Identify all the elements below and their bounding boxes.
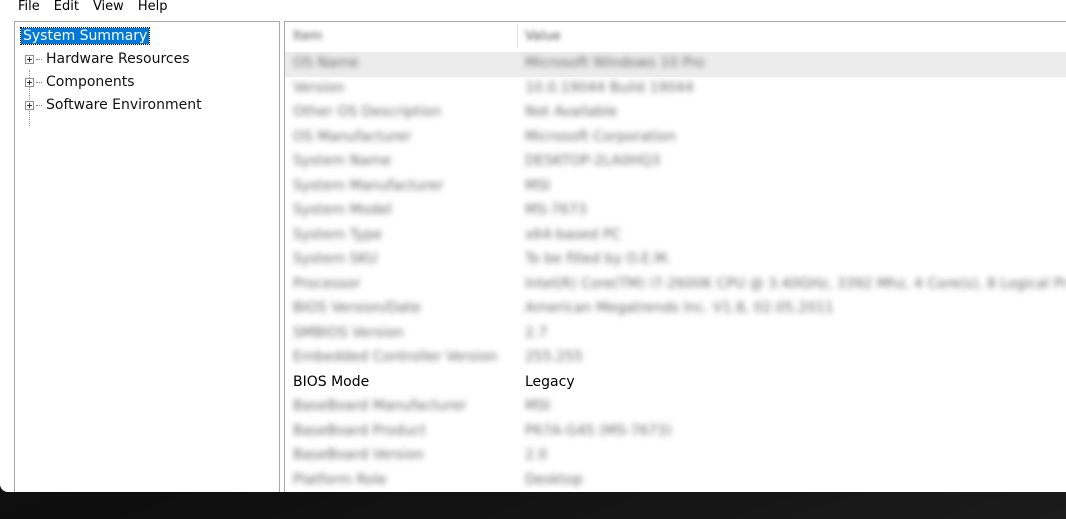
column-separator[interactable] — [517, 24, 518, 48]
menu-bar: File Edit View Help — [0, 0, 1066, 17]
row-item-value: 10.0.19044 Build 19044 — [525, 79, 694, 96]
row-item-name: Embedded Controller Version — [293, 349, 498, 365]
row-item-value: Desktop — [525, 471, 583, 488]
row-item-name: BaseBoard Version — [293, 447, 425, 463]
table-row[interactable]: OS Name Microsoft Windows 10 Pro — [285, 52, 1066, 77]
column-header-item[interactable]: Item — [293, 29, 323, 44]
table-row[interactable]: System Type x64-based PC — [285, 224, 1066, 249]
table-row[interactable]: BaseBoard Manufacturer MSI — [285, 395, 1066, 420]
table-row[interactable]: BIOS Mode Legacy — [285, 371, 1066, 396]
table-row[interactable]: System SKU To be filled by O.E.M. — [285, 248, 1066, 273]
table-row[interactable]: System Model MS-7673 — [285, 199, 1066, 224]
tree-item-label: System Summary — [19, 27, 151, 45]
row-item-value: DESKTOP-2LA0HQ3 — [525, 153, 661, 169]
table-row[interactable]: BIOS Version/Date American Megatrends Inc… — [285, 297, 1066, 322]
expand-icon[interactable] — [25, 77, 34, 87]
row-item-name: Platform Role — [293, 471, 387, 488]
row-item-value: Microsoft Corporation — [525, 128, 676, 145]
tree-connector — [36, 104, 42, 106]
table-row[interactable]: Processor Intel(R) Core(TM) i7-2600K CPU … — [285, 273, 1066, 298]
tree-item-software-environment[interactable]: Software Environment — [21, 95, 204, 115]
tree-connector — [36, 58, 42, 60]
list-header: Item Value — [285, 22, 1066, 51]
table-row[interactable]: Embedded Controller Version 255.255 — [285, 346, 1066, 371]
tree-connector — [36, 81, 42, 83]
table-row[interactable]: Other OS Description Not Available — [285, 101, 1066, 126]
row-item-value: Microsoft Windows 10 Pro — [525, 55, 705, 71]
table-row[interactable]: System Manufacturer MSI — [285, 175, 1066, 200]
row-item-name: System SKU — [293, 251, 378, 267]
row-item-name: BIOS Version/Date — [293, 300, 421, 316]
column-header-value[interactable]: Value — [525, 29, 561, 44]
row-item-value: American Megatrends Inc. V1.8, 02.05.201… — [525, 300, 834, 316]
tree-item-label: Components — [46, 74, 135, 90]
row-item-name: BaseBoard Manufacturer — [293, 398, 467, 414]
category-tree: System Summary Hardware Resources Compon… — [14, 21, 280, 492]
row-item-name: OS Manufacturer — [293, 128, 412, 145]
row-item-value: 2.7 — [525, 324, 548, 341]
system-information-window: File Edit View Help System Summary Hardw… — [0, 0, 1066, 492]
row-item-name: Processor — [293, 275, 361, 292]
details-list: Item Value OS Name Microsoft Windows 10 P… — [284, 21, 1066, 492]
expand-icon[interactable] — [25, 54, 34, 64]
row-item-name: System Manufacturer — [293, 177, 444, 194]
row-item-value: x64-based PC — [525, 226, 622, 243]
row-item-value: MSI — [525, 177, 551, 194]
table-row[interactable]: BaseBoard Version 2.0 — [285, 444, 1066, 469]
row-item-value: MSI — [525, 398, 551, 414]
row-item-name: OS Name — [293, 55, 359, 71]
menu-file[interactable]: File — [0, 0, 48, 13]
row-item-name: System Type — [293, 226, 382, 243]
table-row[interactable]: System Name DESKTOP-2LA0HQ3 — [285, 150, 1066, 175]
table-row[interactable]: OS Manufacturer Microsoft Corporation — [285, 126, 1066, 151]
row-item-value: Not Available — [525, 104, 618, 120]
row-item-value: Intel(R) Core(TM) i7-2600K CPU @ 3.40GHz… — [525, 275, 1066, 292]
row-item-value: 255.255 — [525, 349, 583, 365]
expand-icon[interactable] — [25, 100, 34, 110]
row-item-value: P67A-G45 (MS-7673) — [525, 422, 672, 439]
row-item-value: Legacy — [525, 373, 575, 390]
tree-item-system-summary[interactable]: System Summary — [19, 26, 151, 46]
row-item-name: SMBIOS Version — [293, 324, 404, 341]
tree-item-components[interactable]: Components — [21, 72, 137, 92]
row-item-name: BaseBoard Product — [293, 422, 426, 439]
row-item-value: 2.0 — [525, 447, 548, 463]
menu-edit[interactable]: Edit — [48, 0, 87, 13]
table-row[interactable]: Version 10.0.19044 Build 19044 — [285, 77, 1066, 102]
tree-item-label: Hardware Resources — [46, 51, 190, 67]
row-item-name: Version — [293, 79, 345, 96]
menu-help[interactable]: Help — [132, 0, 176, 13]
row-item-value: MS-7673 — [525, 202, 587, 218]
row-item-value: To be filled by O.E.M. — [525, 251, 672, 267]
row-item-name: System Name — [293, 153, 391, 169]
tree-item-label: Software Environment — [46, 97, 202, 113]
tree-item-hardware-resources[interactable]: Hardware Resources — [21, 49, 192, 69]
list-rows: OS Name Microsoft Windows 10 Pro Version 10… — [285, 52, 1066, 492]
row-item-name: BIOS Mode — [293, 373, 370, 390]
menu-view[interactable]: View — [87, 0, 132, 13]
row-item-name: System Model — [293, 202, 392, 218]
table-row[interactable]: SMBIOS Version 2.7 — [285, 322, 1066, 347]
table-row[interactable]: Platform Role Desktop — [285, 469, 1066, 493]
table-row[interactable]: BaseBoard Product P67A-G45 (MS-7673) — [285, 420, 1066, 445]
row-item-name: Other OS Description — [293, 104, 442, 120]
